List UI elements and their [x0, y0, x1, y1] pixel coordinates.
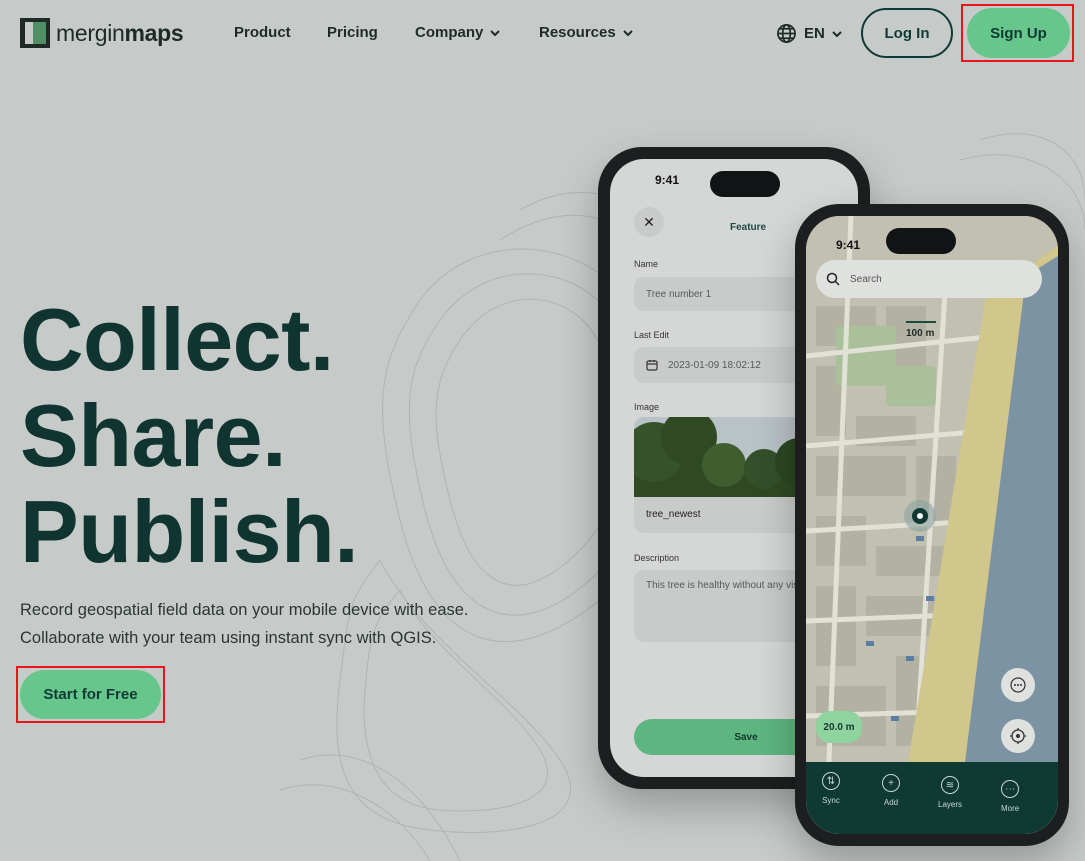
- hero-title-line: Share.: [20, 386, 287, 485]
- tab-more[interactable]: ⋯ More: [1001, 780, 1019, 813]
- nav-company[interactable]: Company: [415, 24, 539, 41]
- more-icon: ⋯: [1001, 780, 1020, 798]
- hero-title-line: Publish.: [20, 482, 359, 581]
- close-icon[interactable]: ✕: [634, 207, 664, 237]
- nav-product[interactable]: Product: [234, 24, 327, 41]
- form-title: Feature: [730, 222, 767, 233]
- dynamic-island: [710, 171, 780, 197]
- scale-bar: [906, 321, 936, 323]
- search-placeholder: Search: [850, 273, 882, 285]
- start-highlight-box: [16, 666, 165, 723]
- hero-title: Collect. Share. Publish.: [20, 290, 359, 581]
- image-caption: tree_newest: [646, 509, 701, 520]
- bottom-toolbar: ⇅ Sync + Add ≋ Layers ⋯ More: [806, 762, 1058, 834]
- main-nav: Product Pricing Company Resources: [234, 24, 634, 41]
- plus-icon: +: [882, 774, 900, 792]
- hero-subtitle-line: Record geospatial field data on your mob…: [20, 601, 469, 619]
- last-edit-value: 2023-01-09 18:02:12: [668, 359, 761, 371]
- language-label: EN: [804, 25, 825, 42]
- logo-text: merginmaps: [56, 19, 184, 46]
- tab-sync[interactable]: ⇅ Sync: [822, 772, 840, 805]
- nav-resources[interactable]: Resources: [539, 24, 634, 41]
- signup-highlight-box: [961, 4, 1074, 62]
- phone-map-mockup: 9:41 Search 100 m 20.0 m ⇅ Sync + Add ≋: [795, 204, 1069, 846]
- language-selector[interactable]: EN: [776, 23, 843, 44]
- logo-mark-icon: [20, 18, 50, 48]
- merginmaps-logo[interactable]: merginmaps: [20, 18, 184, 48]
- layers-icon: ≋: [941, 776, 959, 794]
- sync-icon: ⇅: [822, 772, 840, 790]
- globe-icon: [777, 24, 796, 43]
- field-label: Description: [634, 553, 680, 563]
- map-search-input[interactable]: Search: [816, 260, 1042, 298]
- chevron-down-icon: [832, 30, 842, 37]
- chevron-down-icon: [490, 29, 501, 36]
- map-screen: 9:41 Search 100 m 20.0 m ⇅ Sync + Add ≋: [806, 216, 1058, 834]
- dynamic-island: [886, 228, 956, 254]
- status-time: 9:41: [836, 238, 861, 252]
- hero-title-line: Collect.: [20, 290, 334, 389]
- nav-pricing[interactable]: Pricing: [327, 24, 415, 41]
- login-button[interactable]: Log In: [861, 8, 953, 58]
- more-options-icon[interactable]: [1001, 668, 1035, 702]
- chevron-down-icon: [623, 29, 633, 36]
- calendar-icon: [646, 360, 658, 371]
- tab-layers[interactable]: ≋ Layers: [938, 776, 962, 809]
- field-label: Name: [634, 259, 659, 269]
- site-header: merginmaps Product Pricing Company Resou…: [0, 0, 1085, 68]
- status-time: 9:41: [655, 173, 680, 187]
- gps-locate-icon[interactable]: [1001, 719, 1035, 753]
- hero-subtitle-line: Collaborate with your team using instant…: [20, 629, 437, 647]
- field-label: Image: [634, 402, 660, 412]
- search-icon: [826, 272, 840, 286]
- gps-accuracy-chip[interactable]: 20.0 m: [816, 711, 862, 743]
- tab-add[interactable]: + Add: [882, 774, 900, 807]
- hero-subtitle: Record geospatial field data on your mob…: [20, 596, 469, 652]
- field-label: Last Edit: [634, 330, 670, 340]
- scale-label: 100 m: [906, 328, 935, 339]
